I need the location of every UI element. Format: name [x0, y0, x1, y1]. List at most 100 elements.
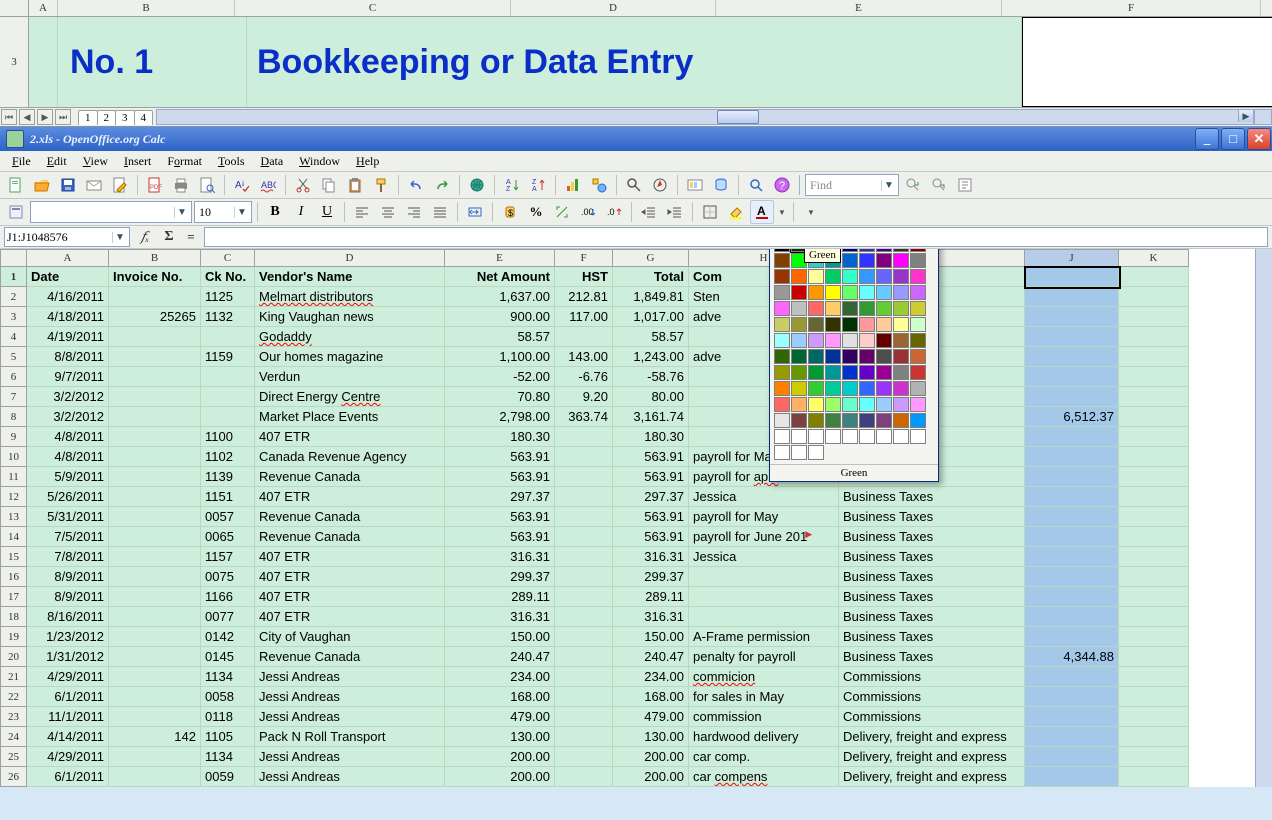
color-swatch[interactable] [791, 269, 807, 284]
merge-cells-button[interactable] [463, 200, 487, 224]
cell-J9[interactable] [1025, 427, 1119, 447]
header-cell-A[interactable]: Date [27, 267, 109, 287]
align-center-button[interactable] [376, 200, 400, 224]
find-prev-button[interactable] [927, 173, 951, 197]
currency-button[interactable]: $ [498, 200, 522, 224]
cell-D15[interactable]: 407 ETR [255, 547, 445, 567]
color-swatch[interactable] [859, 429, 875, 444]
cell-C16[interactable]: 0075 [201, 567, 255, 587]
cell-D8[interactable]: Market Place Events [255, 407, 445, 427]
color-swatch[interactable] [791, 333, 807, 348]
show-draw-button[interactable] [587, 173, 611, 197]
cell-B14[interactable] [109, 527, 201, 547]
color-swatch[interactable] [842, 381, 858, 396]
cell-E3[interactable]: 900.00 [445, 307, 555, 327]
cell-J25[interactable] [1025, 747, 1119, 767]
cell-G3[interactable]: 1,017.00 [613, 307, 689, 327]
color-swatch[interactable] [808, 333, 824, 348]
spreadsheet-grid[interactable]: ABCDEFGHIJK1DateInvoice No.Ck No.Vendor'… [0, 249, 1189, 787]
cell-A6[interactable]: 9/7/2011 [27, 367, 109, 387]
cell-C5[interactable]: 1159 [201, 347, 255, 367]
bg-row-3-header[interactable]: 3 [0, 17, 29, 107]
color-swatch[interactable] [808, 365, 824, 380]
cell-D14[interactable]: Revenue Canada [255, 527, 445, 547]
color-swatch[interactable] [859, 301, 875, 316]
color-swatch[interactable] [774, 413, 790, 428]
cell-E15[interactable]: 316.31 [445, 547, 555, 567]
color-swatch[interactable] [859, 269, 875, 284]
cell-C13[interactable]: 0057 [201, 507, 255, 527]
row-header-5[interactable]: 5 [1, 347, 27, 367]
cell-E4[interactable]: 58.57 [445, 327, 555, 347]
cell-J18[interactable] [1025, 607, 1119, 627]
color-swatch[interactable] [842, 413, 858, 428]
menu-insert[interactable]: Insert [116, 152, 159, 171]
col-header-K[interactable]: K [1119, 250, 1189, 267]
cell-I25[interactable]: Delivery, freight and express [839, 747, 1025, 767]
cell-H26[interactable]: car compens [689, 767, 839, 787]
color-swatch[interactable] [910, 269, 926, 284]
format-paintbrush-button[interactable] [369, 173, 393, 197]
color-swatch[interactable] [808, 445, 824, 460]
styles-window-button[interactable] [4, 200, 28, 224]
export-pdf-button[interactable]: PDF [143, 173, 167, 197]
bg-cell-F3-selected[interactable] [1022, 17, 1272, 107]
col-header-F[interactable]: F [555, 250, 613, 267]
color-swatch[interactable] [876, 397, 892, 412]
hyperlink-button[interactable] [465, 173, 489, 197]
cell-H12[interactable]: Jessica [689, 487, 839, 507]
cell-G13[interactable]: 563.91 [613, 507, 689, 527]
color-swatch[interactable] [791, 317, 807, 332]
cell-I26[interactable]: Delivery, freight and express [839, 767, 1025, 787]
cell-G24[interactable]: 130.00 [613, 727, 689, 747]
color-swatch[interactable] [859, 317, 875, 332]
bold-button[interactable]: B [263, 200, 287, 224]
cell-K15[interactable] [1119, 547, 1189, 567]
color-swatch[interactable] [910, 301, 926, 316]
cell-A14[interactable]: 7/5/2011 [27, 527, 109, 547]
color-swatch[interactable] [876, 413, 892, 428]
cell-K8[interactable] [1119, 407, 1189, 427]
bg-col-B[interactable]: B [58, 0, 235, 16]
cell-K6[interactable] [1119, 367, 1189, 387]
color-swatch[interactable] [859, 381, 875, 396]
cell-J17[interactable] [1025, 587, 1119, 607]
row-header-3[interactable]: 3 [1, 307, 27, 327]
cell-G20[interactable]: 240.47 [613, 647, 689, 667]
cell-E10[interactable]: 563.91 [445, 447, 555, 467]
cell-F15[interactable] [555, 547, 613, 567]
cell-H25[interactable]: car comp. [689, 747, 839, 767]
color-swatch[interactable] [859, 285, 875, 300]
cell-B4[interactable] [109, 327, 201, 347]
find-combo[interactable]: Find▼ [805, 174, 899, 196]
cell-E2[interactable]: 1,637.00 [445, 287, 555, 307]
cell-B10[interactable] [109, 447, 201, 467]
header-cell-K[interactable] [1119, 267, 1189, 287]
row-header-17[interactable]: 17 [1, 587, 27, 607]
sort-desc-button[interactable]: ZA [526, 173, 550, 197]
bg-col-D[interactable]: D [511, 0, 716, 16]
cell-C18[interactable]: 0077 [201, 607, 255, 627]
bg-tab-3[interactable]: 3 [115, 110, 135, 125]
menu-window[interactable]: Window [291, 152, 348, 171]
cell-K19[interactable] [1119, 627, 1189, 647]
cell-C24[interactable]: 1105 [201, 727, 255, 747]
cell-F17[interactable] [555, 587, 613, 607]
color-swatch[interactable] [808, 429, 824, 444]
cell-E7[interactable]: 70.80 [445, 387, 555, 407]
cell-F4[interactable] [555, 327, 613, 347]
bg-hscroll-thumb[interactable] [717, 110, 759, 124]
color-swatch[interactable] [876, 249, 892, 252]
color-swatch[interactable] [774, 285, 790, 300]
color-swatch[interactable] [910, 429, 926, 444]
menu-tools[interactable]: Tools [210, 152, 253, 171]
bg-tab-4[interactable]: 4 [134, 110, 154, 125]
cell-C26[interactable]: 0059 [201, 767, 255, 787]
edit-file-button[interactable] [108, 173, 132, 197]
cell-E12[interactable]: 297.37 [445, 487, 555, 507]
row-header-18[interactable]: 18 [1, 607, 27, 627]
cell-A26[interactable]: 6/1/2011 [27, 767, 109, 787]
cell-J7[interactable] [1025, 387, 1119, 407]
color-swatch[interactable] [859, 349, 875, 364]
color-swatch[interactable] [808, 413, 824, 428]
